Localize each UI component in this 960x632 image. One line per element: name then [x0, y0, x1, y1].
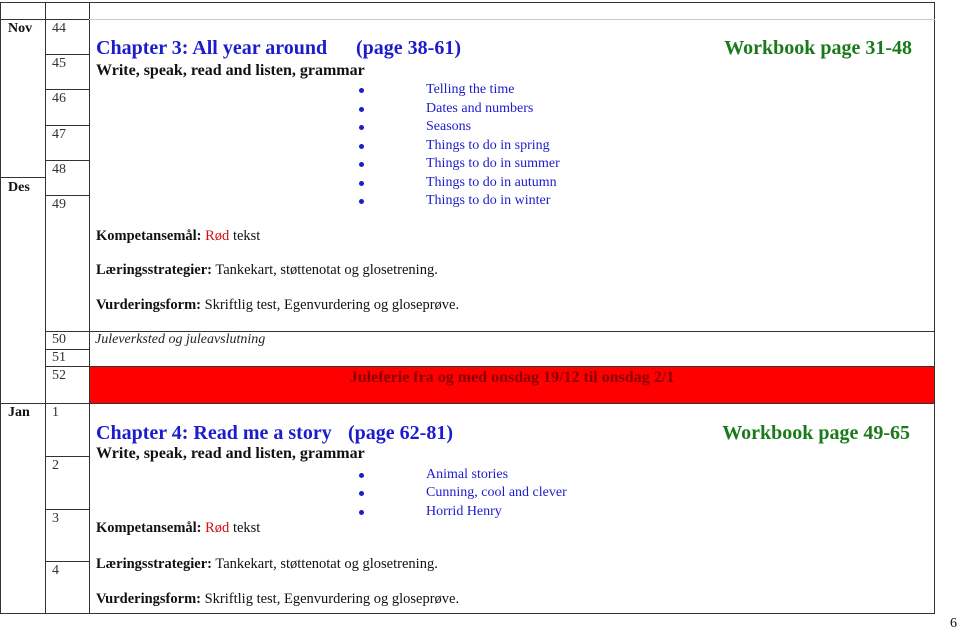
bullet-icon	[359, 88, 364, 93]
chapter4-kompetanse: Kompetansemål: Rød tekst	[96, 520, 261, 536]
week-number: 2	[52, 458, 59, 473]
week-number: 50	[52, 332, 66, 347]
topic-item: Telling the time	[426, 82, 515, 97]
topic-item: Dates and numbers	[426, 101, 534, 116]
bullet-icon	[359, 473, 364, 478]
chapter4-vurdering: Vurderingsform: Skriftlig test, Egenvurd…	[96, 591, 460, 607]
border	[0, 2, 1, 614]
chapter4-workbook: Workbook page 49-65	[722, 422, 910, 444]
chapter3-skills: Write, speak, read and listen, grammar	[96, 62, 365, 79]
week-number: 47	[52, 127, 66, 142]
chapter3-kompetanse: Kompetansemål: Rød tekst	[96, 228, 261, 244]
holiday-banner: Juleferie fra og med onsdag 19/12 til on…	[90, 367, 934, 403]
topic-item: Things to do in winter	[426, 193, 551, 208]
chapter4-title: Chapter 4: Read me a story	[96, 422, 332, 444]
topic-item: Animal stories	[426, 467, 509, 482]
week-number: 49	[52, 197, 66, 212]
chapter4-laering: Læringsstrategier: Tankekart, støttenota…	[96, 556, 438, 572]
chapter4-skills: Write, speak, read and listen, grammar	[96, 445, 365, 462]
bullet-icon	[359, 107, 364, 112]
chapter3-workbook: Workbook page 31-48	[724, 37, 912, 59]
bullet-icon	[359, 181, 364, 186]
topic-item: Things to do in autumn	[426, 175, 557, 190]
bullet-icon	[359, 491, 364, 496]
chapter3-vurdering: Vurderingsform: Skriftlig test, Egenvurd…	[96, 297, 460, 313]
week-number: 48	[52, 162, 66, 177]
topic-item: Things to do in summer	[426, 156, 560, 171]
chapter3-pages: (page 38-61)	[356, 37, 461, 59]
chapter3-title: Chapter 3: All year around	[96, 37, 328, 59]
week-number: 1	[52, 405, 59, 420]
bullet-icon	[359, 162, 364, 167]
border	[0, 19, 90, 20]
border	[0, 2, 935, 3]
border	[934, 2, 935, 614]
week-number: 3	[52, 511, 59, 526]
border	[0, 613, 935, 614]
month-des: Des	[8, 180, 30, 195]
bullet-icon	[359, 199, 364, 204]
bullet-icon	[359, 144, 364, 149]
month-jan: Jan	[8, 405, 30, 420]
week-number: 52	[52, 368, 66, 383]
topic-item: Cunning, cool and clever	[426, 485, 567, 500]
topic-item: Seasons	[426, 119, 472, 134]
week-number: 4	[52, 563, 59, 578]
week50-note: Juleverksted og juleavslutning	[95, 332, 266, 347]
page-number: 6	[950, 616, 957, 631]
week-number: 45	[52, 56, 66, 71]
chapter3-laering: Læringsstrategier: Tankekart, støttenota…	[96, 262, 438, 278]
holiday-text: Juleferie fra og med onsdag 19/12 til on…	[349, 369, 675, 386]
topic-item: Things to do in spring	[426, 138, 550, 153]
bullet-icon	[359, 125, 364, 130]
border	[89, 19, 935, 20]
week-number: 51	[52, 350, 66, 365]
week-number: 46	[52, 91, 66, 106]
border	[45, 2, 46, 614]
week-number: 44	[52, 21, 66, 36]
border	[89, 2, 90, 614]
month-nov: Nov	[8, 21, 33, 36]
bullet-icon	[359, 510, 364, 515]
topic-item: Horrid Henry	[426, 504, 502, 519]
chapter4-pages: (page 62-81)	[348, 422, 453, 444]
